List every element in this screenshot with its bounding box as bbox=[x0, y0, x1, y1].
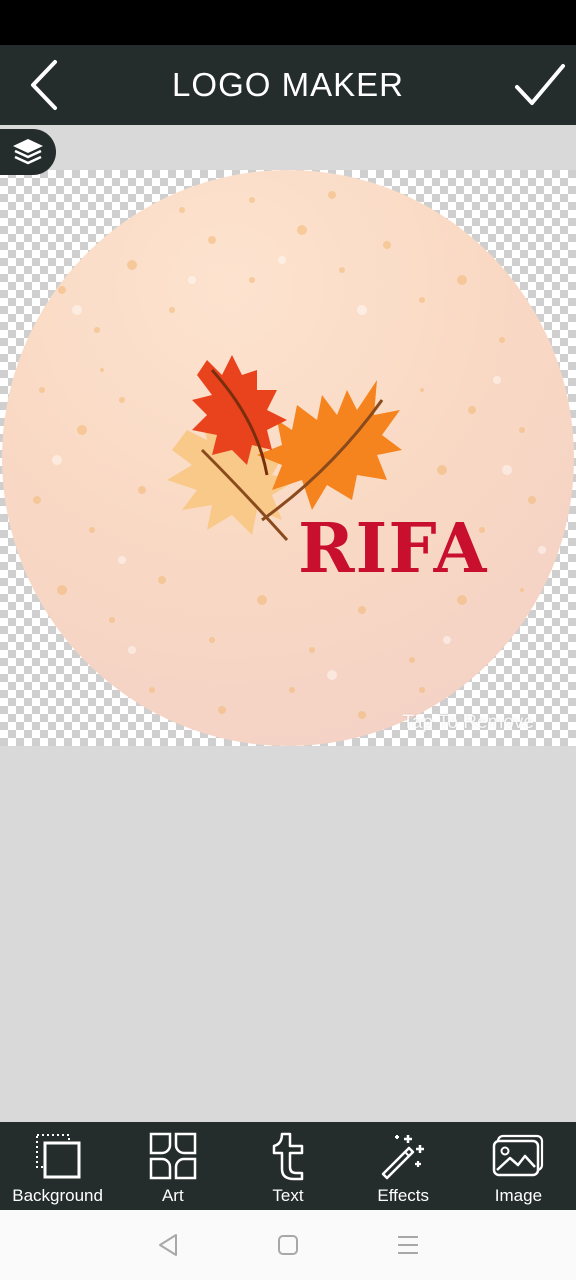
toolbar-art-button[interactable]: Art bbox=[115, 1122, 230, 1210]
toolbar-art-label: Art bbox=[161, 1186, 184, 1205]
triangle-back-icon bbox=[159, 1234, 177, 1256]
logo-text[interactable]: RIFA bbox=[298, 515, 487, 583]
page-title: LOGO MAKER bbox=[172, 66, 404, 103]
nav-menu-button[interactable] bbox=[348, 1215, 468, 1275]
background-icon bbox=[35, 1134, 81, 1179]
toolbar-text-label: Text bbox=[272, 1186, 304, 1205]
layers-icon bbox=[13, 139, 43, 165]
toolbar-image-label: Image bbox=[494, 1186, 543, 1205]
back-button[interactable] bbox=[14, 55, 74, 115]
checkmark-icon bbox=[515, 64, 565, 105]
toolbar-image-button[interactable]: Image bbox=[461, 1122, 576, 1210]
done-button[interactable] bbox=[508, 53, 572, 117]
layers-button[interactable] bbox=[0, 129, 56, 175]
chevron-left-icon bbox=[31, 60, 57, 110]
system-nav-bar bbox=[0, 1210, 576, 1280]
toolbar-background-label: Background bbox=[12, 1186, 103, 1205]
toolbar-background-button[interactable]: Background bbox=[0, 1122, 115, 1210]
nav-back-button[interactable] bbox=[108, 1215, 228, 1275]
text-icon bbox=[272, 1132, 304, 1181]
status-bar bbox=[0, 0, 576, 45]
toolbar-text-button[interactable]: Text bbox=[230, 1122, 345, 1210]
toolbar-effects-label: Effects bbox=[377, 1186, 430, 1205]
art-icon bbox=[149, 1132, 197, 1180]
nav-home-button[interactable] bbox=[228, 1215, 348, 1275]
toolbar-effects-button[interactable]: Effects bbox=[346, 1122, 461, 1210]
image-icon bbox=[493, 1134, 544, 1177]
tap-to-remove-label[interactable]: Tap To Remove bbox=[402, 712, 534, 734]
magic-wand-icon bbox=[381, 1135, 425, 1180]
logo-canvas[interactable]: RIFA Tap To Remove bbox=[0, 170, 576, 746]
bottom-toolbar: Background Art Text Effects Image bbox=[0, 1122, 576, 1210]
square-home-icon bbox=[278, 1235, 298, 1255]
menu-lines-icon bbox=[398, 1236, 418, 1254]
logo-background-circle: RIFA bbox=[2, 170, 574, 746]
app-bar: LOGO MAKER bbox=[0, 45, 576, 125]
